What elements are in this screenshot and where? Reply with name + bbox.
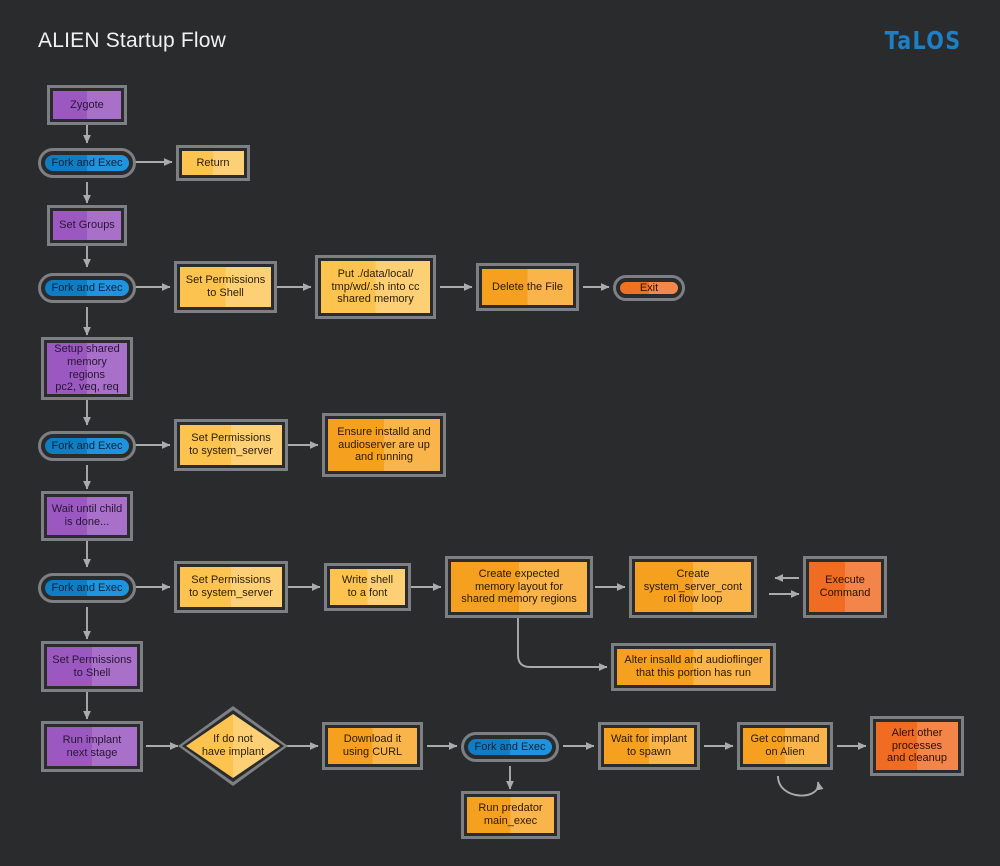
node-setup-shared-memory-regions[interactable]: Setup shared memory regions pc2, veq, re…	[41, 337, 133, 400]
node-set-permissions-to-system-server-2[interactable]: Set Permissions to system_server	[174, 561, 288, 613]
node-exit-label: Exit	[620, 282, 678, 294]
node-fork-and-exec-4-label: Fork and Exec	[45, 580, 129, 596]
node-alert-other-processes-and-cleanup-label: Alert other processes and cleanup	[876, 722, 958, 770]
node-wait-for-implant-to-spawn-label: Wait for implant to spawn	[604, 728, 694, 764]
node-fork-and-exec-3-label: Fork and Exec	[45, 438, 129, 454]
node-fork-and-exec-2[interactable]: Fork and Exec	[38, 273, 136, 303]
node-set-permissions-to-system-server-1[interactable]: Set Permissions to system_server	[174, 419, 288, 471]
node-zygote[interactable]: Zygote	[47, 85, 127, 125]
node-return[interactable]: Return	[176, 145, 250, 181]
node-fork-and-exec-1-label: Fork and Exec	[45, 155, 129, 171]
node-put-sh-into-shared-memory[interactable]: Put ./data/local/ tmp/wd/.sh into cc sha…	[315, 255, 436, 319]
node-create-expected-memory-layout-label: Create expected memory layout for shared…	[451, 562, 587, 612]
talos-logo: TaLOS	[885, 26, 962, 55]
node-delete-the-file[interactable]: Delete the File	[476, 263, 579, 311]
node-run-implant-next-stage[interactable]: Run implant next stage	[41, 721, 143, 772]
node-execute-command[interactable]: Execute Command	[803, 556, 887, 618]
node-put-sh-into-shared-memory-label: Put ./data/local/ tmp/wd/.sh into cc sha…	[321, 261, 430, 313]
node-set-groups-label: Set Groups	[53, 211, 121, 240]
node-write-shell-to-a-font[interactable]: Write shell to a font	[324, 563, 411, 611]
node-fork-and-exec-4[interactable]: Fork and Exec	[38, 573, 136, 603]
node-setup-shared-memory-regions-label: Setup shared memory regions pc2, veq, re…	[47, 343, 127, 394]
node-set-permissions-to-shell-2-label: Set Permissions to Shell	[47, 647, 137, 686]
node-delete-the-file-label: Delete the File	[482, 269, 573, 305]
node-fork-and-exec-5-label: Fork and Exec	[468, 739, 552, 755]
node-ensure-installd-audioserver-label: Ensure installd and audioserver are up a…	[328, 419, 440, 471]
node-zygote-label: Zygote	[53, 91, 121, 119]
node-wait-for-implant-to-spawn[interactable]: Wait for implant to spawn	[598, 722, 700, 770]
node-set-permissions-to-shell-1-label: Set Permissions to Shell	[180, 267, 271, 307]
node-fork-and-exec-3[interactable]: Fork and Exec	[38, 431, 136, 461]
node-set-permissions-to-system-server-1-label: Set Permissions to system_server	[180, 425, 282, 465]
node-run-predator-main-exec-label: Run predator main_exec	[467, 797, 554, 833]
node-alert-other-processes-and-cleanup[interactable]: Alert other processes and cleanup	[870, 716, 964, 776]
node-fork-and-exec-2-label: Fork and Exec	[45, 280, 129, 296]
node-create-system-server-control-flow-loop-label: Create system_server_cont rol flow loop	[635, 562, 751, 612]
node-wait-until-child-is-done-label: Wait until child is done...	[47, 497, 127, 535]
node-run-implant-next-stage-label: Run implant next stage	[47, 727, 137, 766]
node-ensure-installd-audioserver[interactable]: Ensure installd and audioserver are up a…	[322, 413, 446, 477]
page-title: ALIEN Startup Flow	[38, 29, 226, 53]
node-if-do-not-have-implant[interactable]: If do not have implant	[178, 706, 288, 786]
node-download-it-using-curl[interactable]: Download it using CURL	[322, 722, 423, 770]
node-fork-and-exec-1[interactable]: Fork and Exec	[38, 148, 136, 178]
node-alter-installd-audioflinger-label: Alter insalld and audioflinger that this…	[617, 649, 770, 685]
node-set-groups[interactable]: Set Groups	[47, 205, 127, 246]
node-set-permissions-to-shell-1[interactable]: Set Permissions to Shell	[174, 261, 277, 313]
node-exit[interactable]: Exit	[613, 275, 685, 301]
node-alter-installd-audioflinger[interactable]: Alter insalld and audioflinger that this…	[611, 643, 776, 691]
node-set-permissions-to-system-server-2-label: Set Permissions to system_server	[180, 567, 282, 607]
node-wait-until-child-is-done[interactable]: Wait until child is done...	[41, 491, 133, 541]
node-get-command-on-alien-label: Get command on Alien	[743, 728, 827, 764]
node-write-shell-to-a-font-label: Write shell to a font	[330, 569, 405, 605]
node-return-label: Return	[182, 151, 244, 175]
node-if-do-not-have-implant-label: If do not have implant	[178, 706, 288, 786]
node-download-it-using-curl-label: Download it using CURL	[328, 728, 417, 764]
node-run-predator-main-exec[interactable]: Run predator main_exec	[461, 791, 560, 839]
node-fork-and-exec-5[interactable]: Fork and Exec	[461, 732, 559, 762]
node-execute-command-label: Execute Command	[809, 562, 881, 612]
node-create-system-server-control-flow-loop[interactable]: Create system_server_cont rol flow loop	[629, 556, 757, 618]
node-create-expected-memory-layout[interactable]: Create expected memory layout for shared…	[445, 556, 593, 618]
node-get-command-on-alien[interactable]: Get command on Alien	[737, 722, 833, 770]
node-set-permissions-to-shell-2[interactable]: Set Permissions to Shell	[41, 641, 143, 692]
